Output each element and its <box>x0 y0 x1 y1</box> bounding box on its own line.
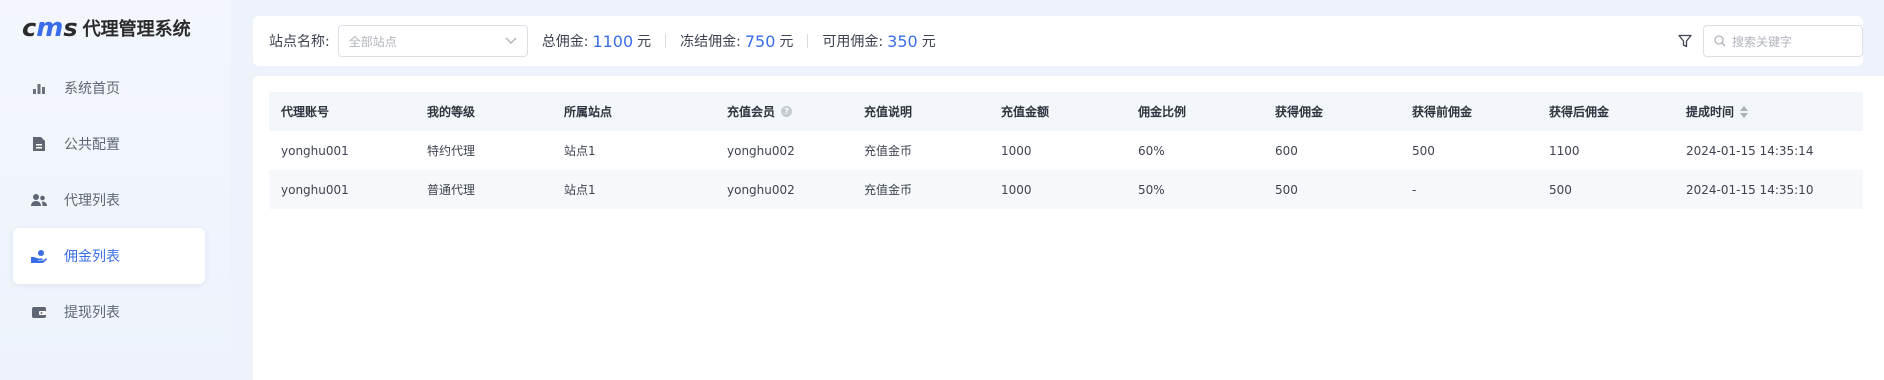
sidebar-item-home[interactable]: 系统首页 <box>13 60 205 116</box>
total-commission-value: 1100 <box>592 31 634 51</box>
filter-icon[interactable] <box>1675 31 1695 51</box>
site-select-placeholder: 全部站点 <box>348 34 397 49</box>
wallet-icon <box>31 304 47 320</box>
col-header-member-label: 充值会员 <box>727 105 776 119</box>
cell-after: 1100 <box>1549 143 1580 158</box>
total-commission-unit: 元 <box>637 34 652 50</box>
users-icon <box>31 192 47 208</box>
help-icon[interactable]: ? <box>781 106 793 117</box>
cell-member: yonghu002 <box>727 143 795 158</box>
cell-before: - <box>1412 182 1417 197</box>
available-commission-label: 可用佣金: <box>822 34 884 50</box>
cell-agent-account: yonghu001 <box>281 143 349 158</box>
site-select[interactable]: 全部站点 <box>337 25 528 57</box>
app-logo: cms 代理管理系统 <box>22 12 191 44</box>
commission-table: 代理账号 我的等级 所属站点 充值会员 ? 充值说明 充值金额 佣金比例 获得佣… <box>269 92 1863 209</box>
divider <box>665 34 667 48</box>
total-commission-label: 总佣金: <box>541 34 589 50</box>
cell-ratio: 50% <box>1138 182 1165 197</box>
site-filter-label: 站点名称: <box>269 34 330 50</box>
search-input[interactable]: 搜索关键字 <box>1703 25 1863 57</box>
sidebar: cms 代理管理系统 系统首页 公共配置 代理列表 佣金列表 提现列表 <box>0 0 230 380</box>
search-placeholder: 搜索关键字 <box>1732 34 1793 49</box>
col-header-after: 获得后佣金 <box>1549 105 1610 119</box>
cell-site: 站点1 <box>564 144 596 158</box>
divider <box>807 34 809 48</box>
cell-level: 特约代理 <box>427 144 476 158</box>
col-header-member: 充值会员 ? <box>715 103 852 120</box>
col-header-ratio: 佣金比例 <box>1138 105 1187 119</box>
col-header-time-label: 提成时间 <box>1686 105 1735 119</box>
table-row[interactable]: yonghu001 特约代理 站点1 yonghu002 充值金币 1000 6… <box>269 131 1863 170</box>
filter-bar: 站点名称: 全部站点 总佣金: 1100 元 冻结佣金: 750 元 可用佣金:… <box>253 16 1863 66</box>
col-header-before: 获得前佣金 <box>1412 105 1473 119</box>
content-panel: 代理账号 我的等级 所属站点 充值会员 ? 充值说明 充值金额 佣金比例 获得佣… <box>253 76 1884 380</box>
table-header-row: 代理账号 我的等级 所属站点 充值会员 ? 充值说明 充值金额 佣金比例 获得佣… <box>269 92 1863 131</box>
sidebar-menu: 系统首页 公共配置 代理列表 佣金列表 提现列表 <box>13 60 205 340</box>
sidebar-item-label: 佣金列表 <box>64 249 120 265</box>
filter-right: 搜索关键字 <box>1675 25 1863 57</box>
sidebar-item-withdraw[interactable]: 提现列表 <box>13 284 205 340</box>
sidebar-item-label: 系统首页 <box>64 81 120 97</box>
cell-description: 充值金币 <box>864 183 913 197</box>
frozen-commission: 冻结佣金: 750 元 <box>680 31 793 51</box>
main-area: 站点名称: 全部站点 总佣金: 1100 元 冻结佣金: 750 元 可用佣金:… <box>253 0 1884 380</box>
available-commission: 可用佣金: 350 元 <box>822 31 935 51</box>
document-icon <box>31 136 47 152</box>
cell-time: 2024-01-15 14:35:14 <box>1686 143 1814 158</box>
cell-amount: 1000 <box>1001 182 1032 197</box>
cell-description: 充值金币 <box>864 144 913 158</box>
frozen-commission-unit: 元 <box>779 34 794 50</box>
cell-earned: 600 <box>1275 143 1298 158</box>
col-header-agent-account: 代理账号 <box>281 105 330 119</box>
col-header-site: 所属站点 <box>564 105 613 119</box>
cell-agent-account: yonghu001 <box>281 182 349 197</box>
sidebar-item-config[interactable]: 公共配置 <box>13 116 205 172</box>
sidebar-item-label: 代理列表 <box>64 193 120 209</box>
col-header-earned: 获得佣金 <box>1275 105 1324 119</box>
search-icon <box>1714 35 1726 47</box>
col-header-time[interactable]: 提成时间 <box>1674 103 1863 120</box>
bar-chart-icon <box>31 80 47 96</box>
cell-member: yonghu002 <box>727 182 795 197</box>
frozen-commission-label: 冻结佣金: <box>680 34 741 50</box>
cell-time: 2024-01-15 14:35:10 <box>1686 182 1814 197</box>
sidebar-item-agents[interactable]: 代理列表 <box>13 172 205 228</box>
frozen-commission-value: 750 <box>744 31 776 51</box>
col-header-amount: 充值金额 <box>1001 105 1050 119</box>
cell-after: 500 <box>1549 182 1572 197</box>
sidebar-item-label: 公共配置 <box>64 137 120 153</box>
sort-icon[interactable] <box>1740 105 1749 118</box>
sidebar-item-label: 提现列表 <box>64 305 120 321</box>
table-row[interactable]: yonghu001 普通代理 站点1 yonghu002 充值金币 1000 5… <box>269 170 1863 209</box>
col-header-description: 充值说明 <box>864 105 913 119</box>
app-title: 代理管理系统 <box>82 19 191 40</box>
cell-before: 500 <box>1412 143 1435 158</box>
total-commission: 总佣金: 1100 元 <box>542 31 651 51</box>
sidebar-item-commission[interactable]: 佣金列表 <box>13 228 205 284</box>
cell-earned: 500 <box>1275 182 1298 197</box>
chevron-down-icon <box>505 34 517 48</box>
available-commission-unit: 元 <box>921 34 936 50</box>
cell-amount: 1000 <box>1001 143 1032 158</box>
cell-ratio: 60% <box>1138 143 1165 158</box>
cell-level: 普通代理 <box>427 183 476 197</box>
cell-site: 站点1 <box>564 183 596 197</box>
available-commission-value: 350 <box>887 31 918 51</box>
cms-logo-mark: cms <box>22 13 78 43</box>
hand-coin-icon <box>31 248 47 264</box>
col-header-level: 我的等级 <box>427 105 476 119</box>
